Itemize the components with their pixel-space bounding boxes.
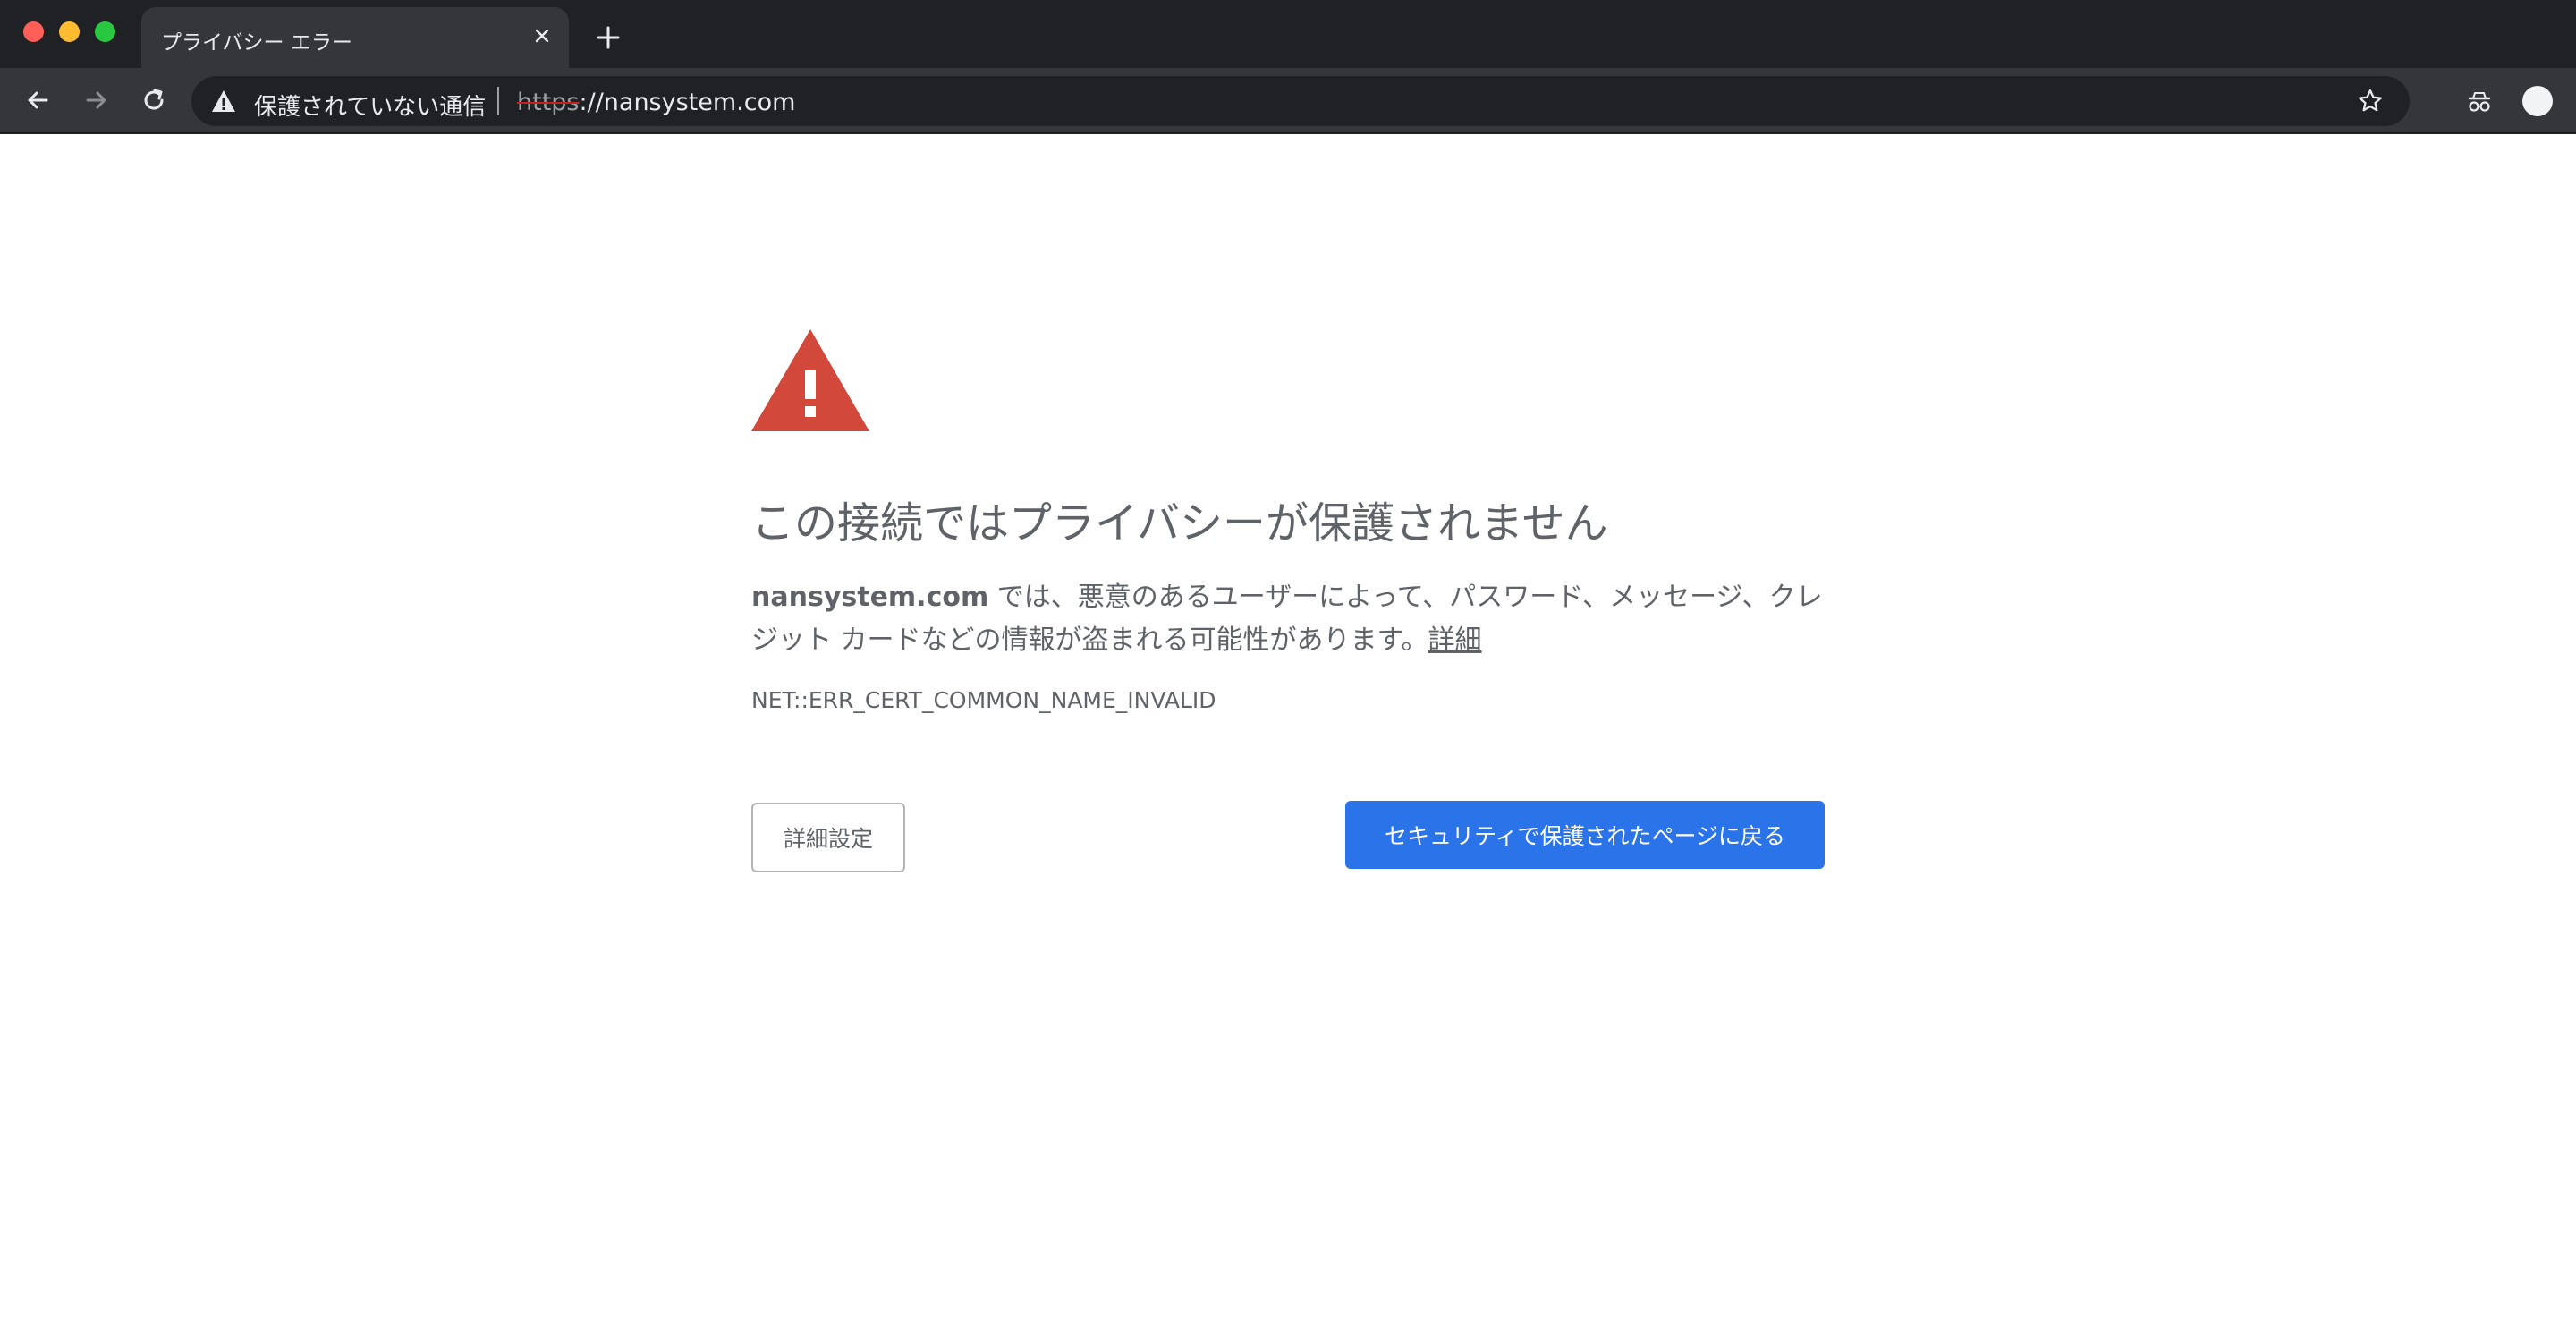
- arrow-left-icon[interactable]: [20, 82, 55, 118]
- error-explanation: nansystem.com では、悪意のあるユーザーによって、パスワード、メッセ…: [751, 576, 1825, 662]
- star-icon[interactable]: [2356, 87, 2385, 115]
- url-text[interactable]: https://nansystem.com: [517, 89, 795, 116]
- arrow-right-icon[interactable]: [79, 82, 114, 118]
- url-scheme: https: [517, 89, 580, 116]
- back-to-safety-button[interactable]: セキュリティで保護されたページに戻る: [1345, 801, 1825, 870]
- details-link[interactable]: 詳細: [1428, 625, 1482, 656]
- title-bar: プライバシー エラー: [0, 0, 2576, 68]
- incognito-glasses-icon[interactable]: [2462, 86, 2497, 118]
- profile-avatar-icon[interactable]: [2522, 86, 2553, 116]
- browser-toolbar: 保護されていない通信 https://nansystem.com: [0, 68, 2576, 134]
- error-code[interactable]: NET::ERR_CERT_COMMON_NAME_INVALID: [751, 687, 1825, 713]
- tab-title: プライバシー エラー: [161, 31, 352, 55]
- red-warning-triangle-icon: [751, 329, 869, 431]
- close-icon[interactable]: [528, 21, 556, 50]
- url-host: ://nansystem.com: [579, 89, 796, 116]
- omnibox-divider: [497, 87, 499, 115]
- page-title: この接続ではプライバシーが保護されません: [751, 498, 1608, 548]
- button-row: 詳細設定 セキュリティで保護されたページに戻る: [751, 801, 1825, 873]
- reload-icon[interactable]: [136, 82, 172, 118]
- host-name: nansystem.com: [751, 582, 989, 614]
- warning-triangle-icon[interactable]: [211, 89, 236, 113]
- plus-icon[interactable]: [590, 20, 626, 55]
- security-status-label[interactable]: 保護されていない通信: [254, 89, 486, 122]
- active-tab[interactable]: プライバシー エラー: [141, 7, 569, 68]
- advanced-button[interactable]: 詳細設定: [751, 803, 905, 873]
- address-bar[interactable]: 保護されていない通信 https://nansystem.com: [191, 76, 2410, 126]
- close-window-button[interactable]: [23, 21, 44, 42]
- interstitial-content: この接続ではプライバシーが保護されません nansystem.com では、悪意…: [751, 329, 1825, 873]
- minimize-window-button[interactable]: [59, 21, 80, 42]
- maximize-window-button[interactable]: [95, 21, 115, 42]
